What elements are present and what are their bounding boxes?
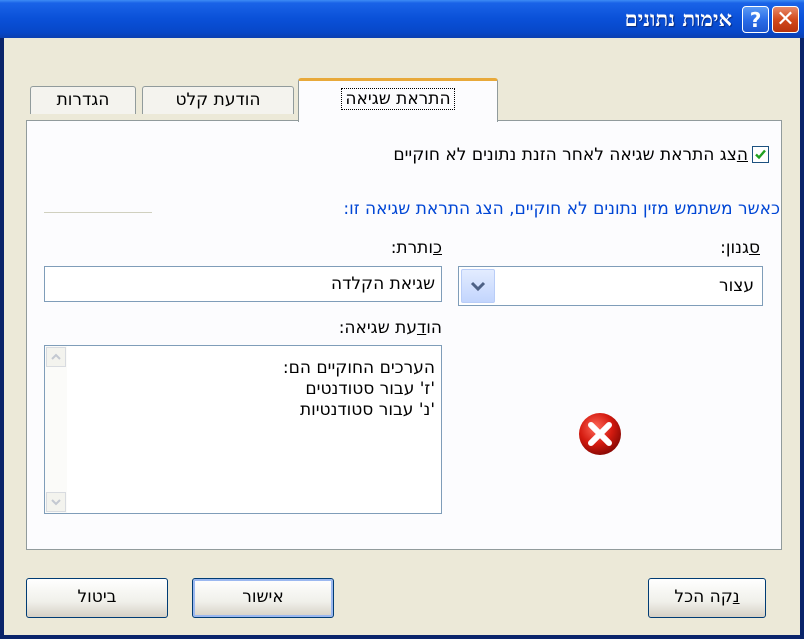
error-message-line: 'נ' עבור סטודנטיות <box>299 400 435 420</box>
chevron-down-icon <box>470 281 486 292</box>
title-bar[interactable]: אימות נתונים ? ✕ <box>0 0 804 38</box>
clear-all-button[interactable]: נקה הכל <box>648 578 766 618</box>
dropdown-button[interactable] <box>461 269 495 303</box>
tab-input-message-label: הודעת קלט <box>175 90 261 110</box>
scroll-up-button[interactable] <box>46 347 66 367</box>
chevron-down-icon <box>51 499 61 506</box>
ok-button[interactable]: אישור <box>192 578 334 618</box>
tab-settings[interactable]: הגדרות <box>30 86 136 114</box>
error-message-text: הערכים החוקיים הם: 'ז' עבור סטודנטים 'נ' ע… <box>283 358 435 421</box>
check-icon <box>755 149 766 160</box>
title-input[interactable]: שגיאת הקלדה <box>44 266 442 302</box>
tab-settings-label: הגדרות <box>56 90 110 110</box>
window-title: אימות נתונים <box>624 6 732 31</box>
chevron-up-icon <box>51 353 61 360</box>
style-select-value: עצור <box>719 276 754 296</box>
help-button[interactable]: ? <box>742 6 769 33</box>
show-error-checkbox[interactable] <box>752 146 769 163</box>
vertical-scrollbar[interactable] <box>45 346 67 513</box>
error-message-textarea[interactable]: הערכים החוקיים הם: 'ז' עבור סטודנטים 'נ' ע… <box>44 345 442 514</box>
style-label: סגנון: <box>720 238 760 258</box>
group-title: כאשר משתמש מזין נתונים לא חוקיים, הצג הת… <box>343 199 780 219</box>
title-label: כותרת: <box>390 238 442 258</box>
close-button[interactable]: ✕ <box>772 6 799 33</box>
tab-error-alert[interactable]: התראת שגיאה <box>298 78 498 122</box>
error-message-label: הודעת שגיאה: <box>338 318 442 338</box>
style-select[interactable]: עצור <box>458 266 763 306</box>
tab-error-alert-label: התראת שגיאה <box>341 88 455 110</box>
tab-input-message[interactable]: הודעת קלט <box>142 86 294 114</box>
scroll-down-button[interactable] <box>46 492 66 512</box>
error-message-line: 'ז' עבור סטודנטים <box>305 379 435 399</box>
show-error-label[interactable]: הצג התראת שגיאה לאחר הזנת נתונים לא חוקי… <box>393 145 748 165</box>
group-divider <box>44 212 152 213</box>
title-input-value: שגיאת הקלדה <box>330 274 435 294</box>
error-message-line: הערכים החוקיים הם: <box>282 358 435 378</box>
cancel-button[interactable]: ביטול <box>26 578 168 618</box>
error-stop-icon <box>579 413 621 455</box>
